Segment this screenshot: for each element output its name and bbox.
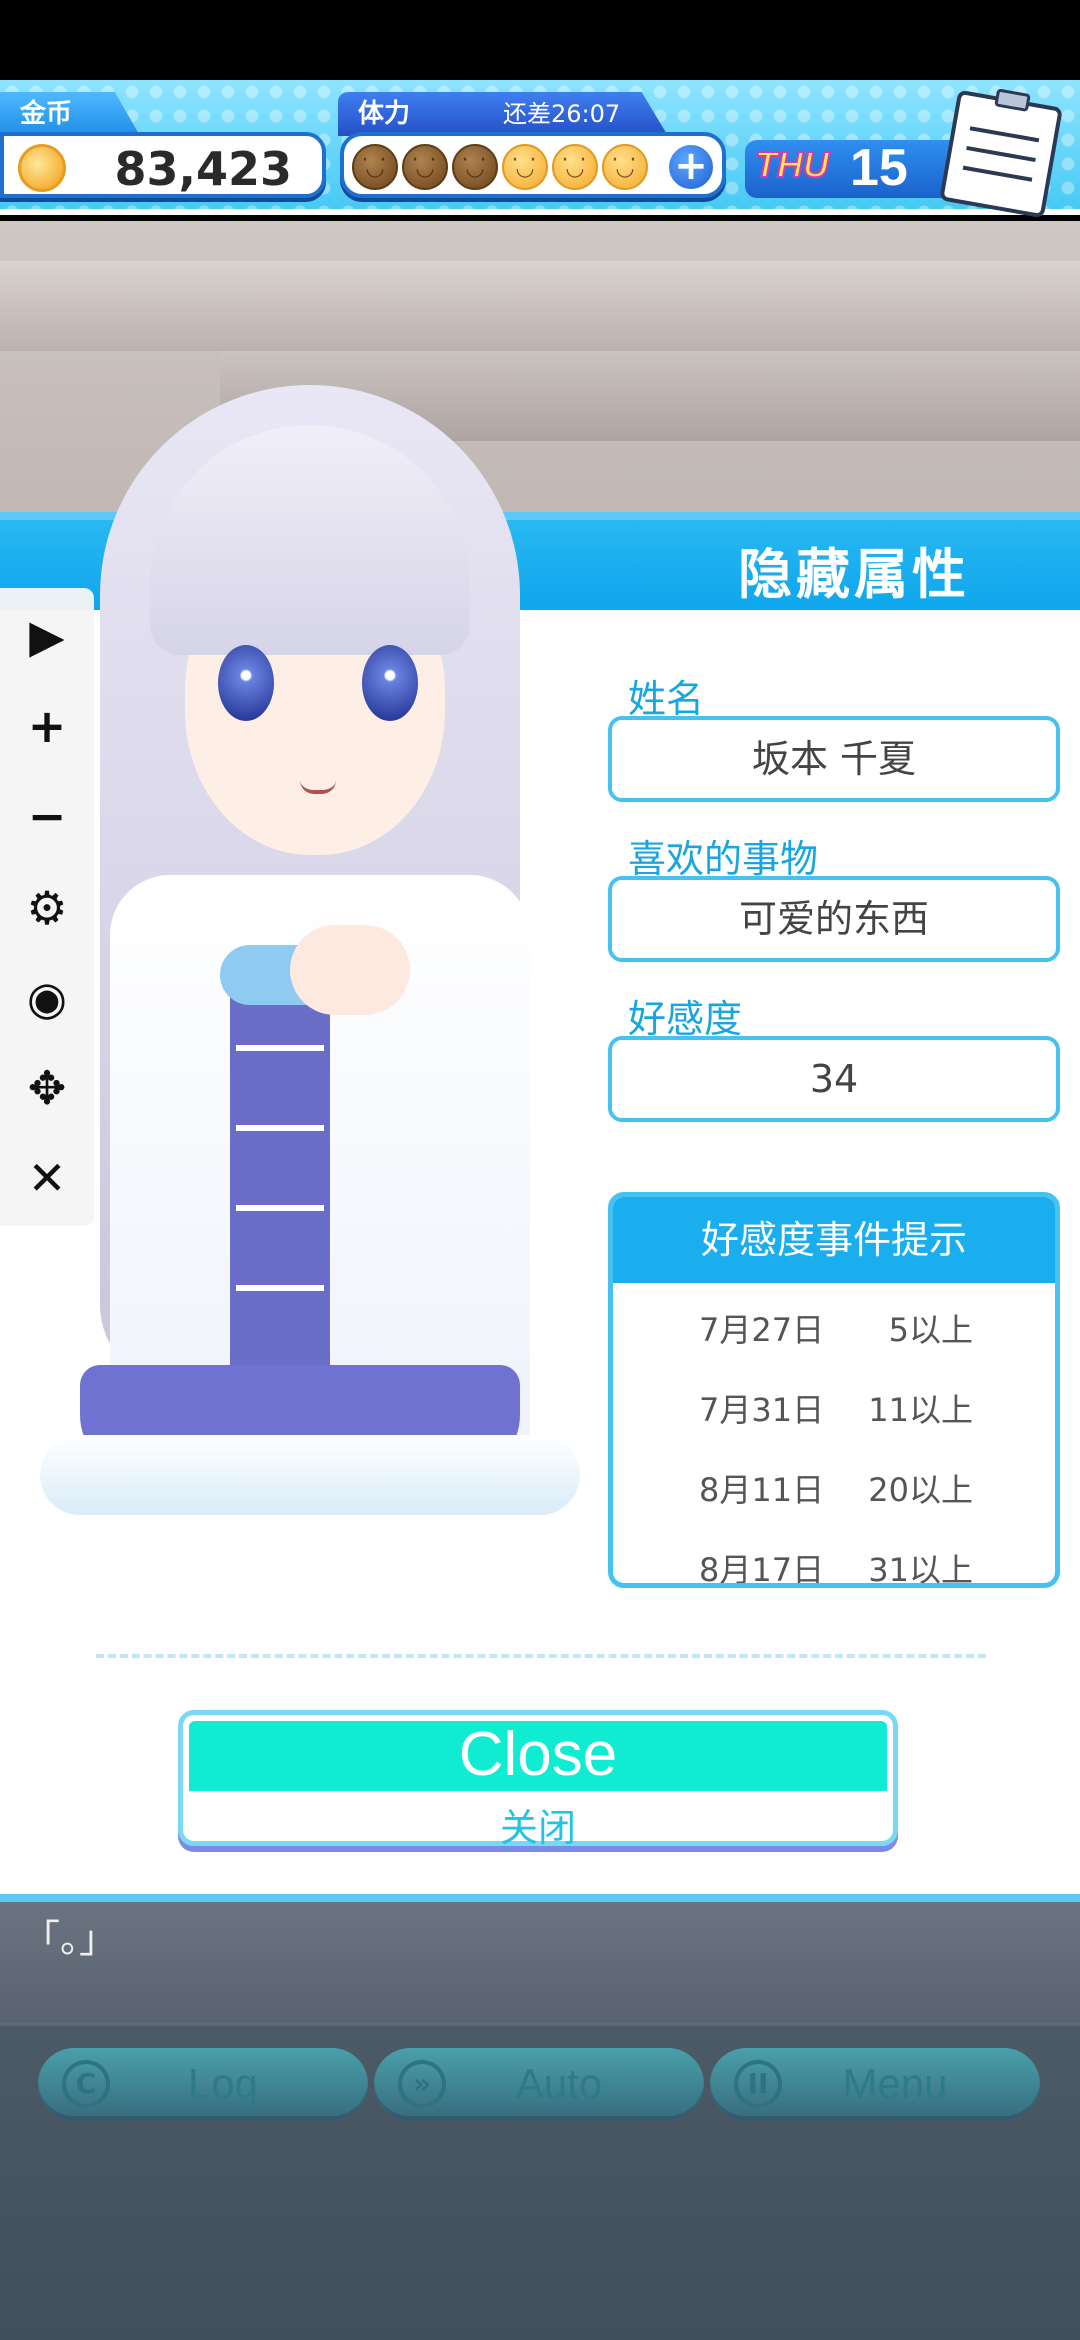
log-button[interactable]: C Log — [38, 2048, 368, 2120]
play-icon[interactable]: ▶ — [17, 606, 77, 666]
close-icon[interactable]: ✕ — [17, 1148, 77, 1208]
event-requirement: 31以上 — [868, 1551, 973, 1588]
coin-icon — [18, 144, 66, 192]
event-date: 8月11日 — [699, 1471, 825, 1509]
stamina-face-icon — [452, 144, 498, 190]
lace — [236, 1285, 324, 1291]
right-eye — [362, 645, 418, 721]
left-eye — [218, 645, 274, 721]
stamina-label: 体力 — [358, 99, 411, 129]
stamina-face-icon — [602, 144, 648, 190]
top-hud: 金币 83,423 体力 还差26:07 + THU 15 — [0, 80, 1080, 219]
coins-label: 金币 — [0, 92, 140, 136]
event-date: 7月31日 — [699, 1391, 825, 1429]
bottom-bar: C Log » Auto II Menu — [0, 2022, 1080, 2340]
close-button[interactable]: Close 关闭 — [178, 1710, 898, 1850]
event-requirement: 5以上 — [888, 1311, 973, 1349]
bodice — [230, 985, 330, 1365]
menu-button[interactable]: II Menu — [710, 2048, 1040, 2120]
plus-icon[interactable]: + — [17, 696, 77, 756]
stamina-face-icon — [552, 144, 598, 190]
affection-value: 34 — [608, 1036, 1060, 1122]
event-date: 8月17日 — [699, 1551, 825, 1588]
affection-label: 好感度 — [628, 997, 743, 1041]
stamina-label-tab: 体力 还差26:07 — [338, 92, 668, 136]
dialogue-box[interactable]: 「。」 — [0, 1902, 1080, 2022]
line — [969, 126, 1040, 143]
coins-display: 83,423 — [0, 132, 326, 198]
lace — [236, 1205, 324, 1211]
dialogue-text: 「。」 — [22, 1917, 118, 1961]
auto-button[interactable]: » Auto — [374, 2048, 704, 2120]
add-stamina-button[interactable]: + — [666, 142, 716, 192]
ceiling-beam — [0, 261, 1080, 351]
minus-icon[interactable]: − — [17, 786, 77, 846]
line — [962, 165, 1033, 182]
menu-label: Menu — [842, 2060, 948, 2107]
lace — [236, 1045, 324, 1051]
name-value: 坂本 千夏 — [608, 716, 1060, 802]
close-label-zh: 关闭 — [499, 1806, 576, 1850]
skirt-frill — [40, 1435, 580, 1515]
event-date: 7月27日 — [699, 1311, 825, 1349]
name-label: 姓名 — [628, 677, 705, 721]
stamina-timer: 还差26:07 — [503, 100, 621, 128]
coins-value: 83,423 — [114, 142, 292, 196]
move-icon[interactable]: ✥ — [17, 1058, 77, 1118]
stamina-meter: + — [340, 132, 726, 198]
auto-label: Auto — [515, 2060, 603, 2107]
lace — [236, 1125, 324, 1131]
stamina-face-icon — [402, 144, 448, 190]
affection-events-box[interactable]: 好感度事件提示 7月27日 5以上 7月31日 11以上 8月11日 20以上 … — [608, 1192, 1060, 1588]
floating-toolbar: ▶ + − ⚙ ◉ ✥ ✕ — [0, 588, 94, 1226]
line — [966, 145, 1036, 163]
panel-title: 隐藏属性 — [738, 543, 970, 606]
events-title: 好感度事件提示 — [613, 1197, 1055, 1283]
event-requirement: 20以上 — [868, 1471, 973, 1509]
clip — [994, 88, 1031, 112]
schedule-notepad-icon[interactable] — [939, 88, 1063, 219]
gear-icon[interactable]: ⚙ — [17, 878, 77, 938]
weekday: THU — [754, 143, 830, 186]
log-label: Log — [187, 2060, 259, 2107]
hand — [290, 925, 410, 1015]
stamina-face-icon — [352, 144, 398, 190]
divider — [96, 1654, 986, 1658]
stamina-face-icon — [502, 144, 548, 190]
likes-value: 可爱的东西 — [608, 876, 1060, 962]
day-number: 15 — [850, 139, 908, 197]
likes-label: 喜欢的事物 — [628, 837, 819, 881]
status-bar — [0, 0, 1080, 80]
eye-icon[interactable]: ◉ — [17, 968, 77, 1028]
event-requirement: 11以上 — [868, 1391, 973, 1429]
close-label-en: Close — [458, 1720, 618, 1789]
